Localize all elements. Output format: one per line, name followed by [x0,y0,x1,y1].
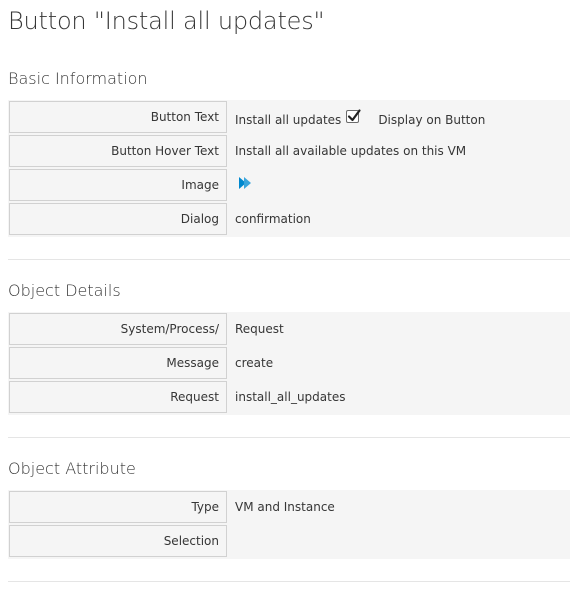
label-dialog: Dialog [9,203,227,235]
value-type: VM and Instance [235,500,335,514]
row-system-process: System/Process/ Request [8,312,570,346]
value-button-text: Install all updates Display on Button [227,100,570,134]
value-image [227,168,570,202]
row-dialog: Dialog confirmation [8,202,570,236]
label-type: Type [9,491,227,523]
value-selection [227,524,570,558]
label-selection: Selection [9,525,227,557]
row-type: Type VM and Instance [8,490,570,524]
label-system-process: System/Process/ [9,313,227,345]
section-heading-basic-information: Basic Information [8,69,148,88]
label-image: Image [9,169,227,201]
checkmark-icon [348,109,361,122]
section-heading-object-details: Object Details [8,281,121,300]
section-heading-object-attribute: Object Attribute [8,459,136,478]
button-text-value: Install all updates [235,112,342,127]
display-on-button-checkbox[interactable] [346,109,361,123]
object-attribute-section: Object Attribute Type VM and Instance Se… [8,459,570,559]
value-system-process: Request [235,322,284,336]
label-message: Message [9,347,227,379]
section-divider [8,259,570,260]
object-attribute-table: Type VM and Instance Selection [8,490,570,559]
value-button-hover-text: Install all available updates on this VM [235,144,467,158]
row-request: Request install_all_updates [8,380,570,414]
double-play-arrow-icon [238,169,254,203]
row-image: Image [8,168,570,202]
row-button-hover-text: Button Hover Text Install all available … [8,134,570,168]
value-dialog: confirmation [235,212,311,226]
basic-information-section: Basic Information Button Text Install al… [8,69,570,237]
object-details-section: Object Details System/Process/ Request M… [8,281,570,415]
basic-information-table: Button Text Install all updates Display … [8,100,570,237]
label-button-hover-text: Button Hover Text [9,135,227,167]
section-divider [8,437,570,438]
section-divider [8,581,570,582]
row-message: Message create [8,346,570,380]
display-on-button-label: Display on Button [378,112,486,127]
label-request: Request [9,381,227,413]
value-message: create [235,356,274,370]
row-button-text: Button Text Install all updates Display … [8,100,570,134]
page: Button "Install all updates" Basic Infor… [8,0,570,582]
row-selection: Selection [8,524,570,558]
value-request: install_all_updates [235,390,346,404]
page-title: Button "Install all updates" [8,7,325,35]
object-details-table: System/Process/ Request Message create R… [8,312,570,415]
label-button-text: Button Text [9,101,227,133]
